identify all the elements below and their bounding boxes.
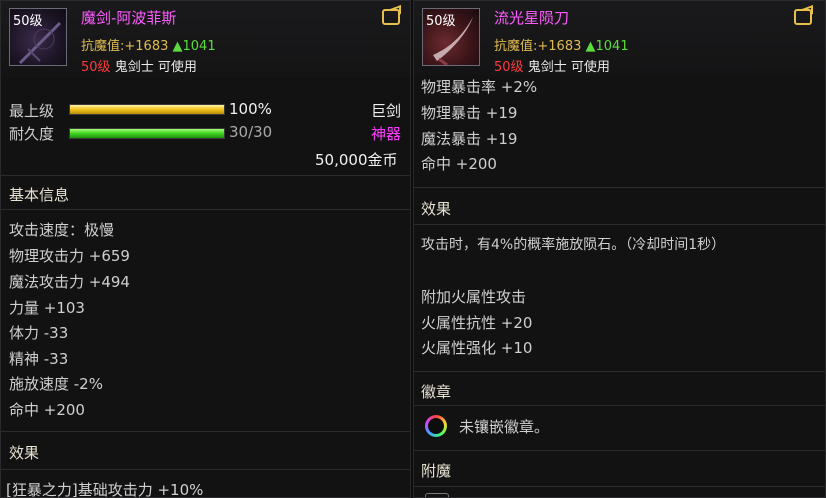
stat-line: 物理暴击 +19 bbox=[421, 104, 518, 122]
durability-label: 耐久度 bbox=[9, 125, 55, 143]
required-class: 鬼剑士 可使用 bbox=[114, 60, 197, 75]
grade-label: 最上级 bbox=[9, 102, 55, 120]
grade-value: 100% bbox=[229, 100, 272, 118]
effect-line: [狂暴之力]基础攻击力 +10% bbox=[6, 481, 204, 498]
item-icon: 50级 bbox=[9, 8, 67, 66]
durability-bar-fill bbox=[70, 129, 224, 138]
effect-text: 攻击时，有4%的概率施放陨石。（冷却时间1秒） bbox=[421, 237, 726, 253]
enchant-slot-icon bbox=[425, 493, 449, 497]
resist-label: 抗魔值: bbox=[494, 39, 538, 54]
item-tooltip-right: 物理暴击率 +2% 50级 流光星陨刀 抗魔值:+1683 ▲1041 50级 … bbox=[413, 0, 826, 498]
divider bbox=[1, 209, 410, 210]
requirement: 50级 鬼剑士 可使用 bbox=[494, 56, 610, 75]
fire-line: 附加火属性攻击 bbox=[421, 288, 527, 306]
stat-line: 精神 -33 bbox=[9, 350, 69, 368]
stat-line: 命中 +200 bbox=[421, 155, 497, 173]
resist-value: 抗魔值:+1683 ▲1041 bbox=[81, 35, 216, 54]
stat-line: 攻击速度：极慢 bbox=[9, 221, 115, 239]
resist-up: ▲1041 bbox=[585, 39, 629, 54]
share-icon[interactable] bbox=[794, 9, 812, 25]
divider bbox=[414, 486, 825, 487]
stat-line: 命中 +200 bbox=[9, 401, 85, 419]
resist-up: ▲1041 bbox=[172, 39, 216, 54]
stat-line: 物理攻击力 +659 bbox=[9, 247, 130, 265]
section-effect: 效果 bbox=[9, 444, 40, 462]
stat-line: 魔法攻击力 +494 bbox=[9, 273, 130, 291]
share-icon[interactable] bbox=[382, 9, 400, 25]
resist-label: 抗魔值: bbox=[81, 39, 125, 54]
divider bbox=[1, 469, 410, 470]
section-emblem: 徽章 bbox=[421, 383, 452, 401]
durability-bar bbox=[69, 128, 225, 139]
item-tooltip-left: 50级 魔剑-阿波菲斯 抗魔值:+1683 ▲1041 50级 鬼剑士 可使用 … bbox=[0, 0, 411, 498]
divider bbox=[1, 175, 410, 176]
divider bbox=[414, 224, 825, 225]
fire-line: 火属性强化 +10 bbox=[421, 339, 533, 357]
tooltip-header: 50级 魔剑-阿波菲斯 抗魔值:+1683 ▲1041 50级 鬼剑士 可使用 bbox=[1, 1, 410, 78]
stat-line: 魔法暴击 +19 bbox=[421, 130, 518, 148]
section-effect: 效果 bbox=[421, 200, 452, 218]
required-level: 50级 bbox=[494, 60, 524, 75]
rarity-label: 神器 bbox=[371, 125, 402, 143]
section-enchant: 附魔 bbox=[421, 462, 452, 480]
resist-value: 抗魔值:+1683 ▲1041 bbox=[494, 35, 629, 54]
grade-bar bbox=[69, 104, 225, 115]
required-level: 50级 bbox=[81, 60, 111, 75]
fire-line: 火属性抗性 +20 bbox=[421, 314, 533, 332]
divider bbox=[414, 405, 825, 406]
required-class: 鬼剑士 可使用 bbox=[527, 60, 610, 75]
stat-line: 施放速度 -2% bbox=[9, 375, 103, 393]
requirement: 50级 鬼剑士 可使用 bbox=[81, 56, 197, 75]
item-level: 50级 bbox=[426, 14, 456, 29]
section-basic-info: 基本信息 bbox=[9, 186, 70, 204]
price: 50,000金币 bbox=[315, 151, 398, 169]
resist-total: +1683 bbox=[124, 39, 169, 54]
durability-value: 30/30 bbox=[229, 123, 273, 141]
divider bbox=[414, 187, 825, 188]
stat-line: 物理暴击率 +2% bbox=[421, 78, 538, 96]
item-icon: 50级 bbox=[422, 8, 480, 66]
item-name: 魔剑-阿波菲斯 bbox=[81, 9, 177, 27]
grade-bar-fill bbox=[70, 105, 224, 114]
divider bbox=[1, 431, 410, 432]
item-name: 流光星陨刀 bbox=[494, 9, 570, 27]
emblem-text: 未镶嵌徽章。 bbox=[459, 418, 550, 436]
divider bbox=[414, 450, 825, 451]
item-level: 50级 bbox=[13, 14, 43, 29]
weapon-type: 巨剑 bbox=[371, 102, 402, 120]
stat-line: 力量 +103 bbox=[9, 299, 85, 317]
resist-total: +1683 bbox=[537, 39, 582, 54]
tooltip-header: 50级 流光星陨刀 抗魔值:+1683 ▲1041 50级 鬼剑士 可使用 bbox=[414, 1, 825, 75]
emblem-slot-icon bbox=[425, 415, 447, 437]
divider bbox=[414, 371, 825, 372]
stat-line: 体力 -33 bbox=[9, 324, 69, 342]
